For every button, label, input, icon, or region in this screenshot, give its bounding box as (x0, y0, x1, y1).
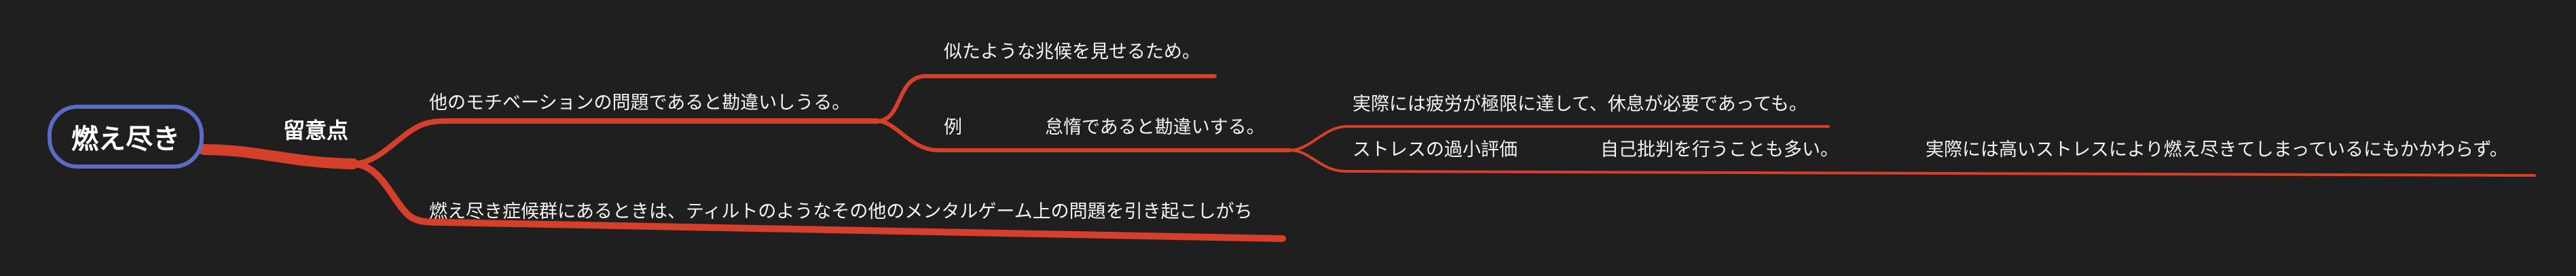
branch-b1-2-1-2-label[interactable]: ストレスの過小評価 (1353, 141, 1517, 159)
connector-root-to-level1 (198, 144, 358, 169)
root-node[interactable]: 燃え尽き (48, 105, 204, 169)
branch-b2-label[interactable]: 燃え尽き症候群にあるときは、ティルトのようなその他のメンタルゲーム上の問題を引き… (429, 203, 1253, 221)
branch-b1-2-1-2-1-1-label[interactable]: 実際には高いストレスにより燃え尽きてしまっているにもかかわらず。 (1926, 141, 2508, 159)
branch-b1-label[interactable]: 他のモチベーションの問題であると勘違いしうる。 (429, 94, 850, 112)
connector-level1-to-b1 (350, 118, 880, 167)
level1-node-label[interactable]: 留意点 (283, 120, 348, 141)
branch-connectors (198, 73, 2536, 242)
branch-b1-2-label[interactable]: 例 (944, 118, 962, 137)
branch-b1-1-label[interactable]: 似たような兆候を見せるため。 (944, 43, 1200, 61)
mind-map: 燃え尽き 留意点 他のモチベーションの問題であると勘違いしうる。 似たような兆候… (0, 0, 2576, 276)
branch-b1-2-1-2-1-label[interactable]: 自己批判を行うことも多い。 (1600, 141, 1839, 159)
branch-b1-2-1-1-label[interactable]: 実際には疲労が極限に達して、休息が必要であっても。 (1353, 95, 1807, 114)
root-node-label: 燃え尽き (71, 124, 180, 155)
connector-b1-to-b1-1 (875, 73, 1217, 123)
branch-b1-2-1-label[interactable]: 怠惰であると勘違いする。 (1045, 118, 1265, 137)
